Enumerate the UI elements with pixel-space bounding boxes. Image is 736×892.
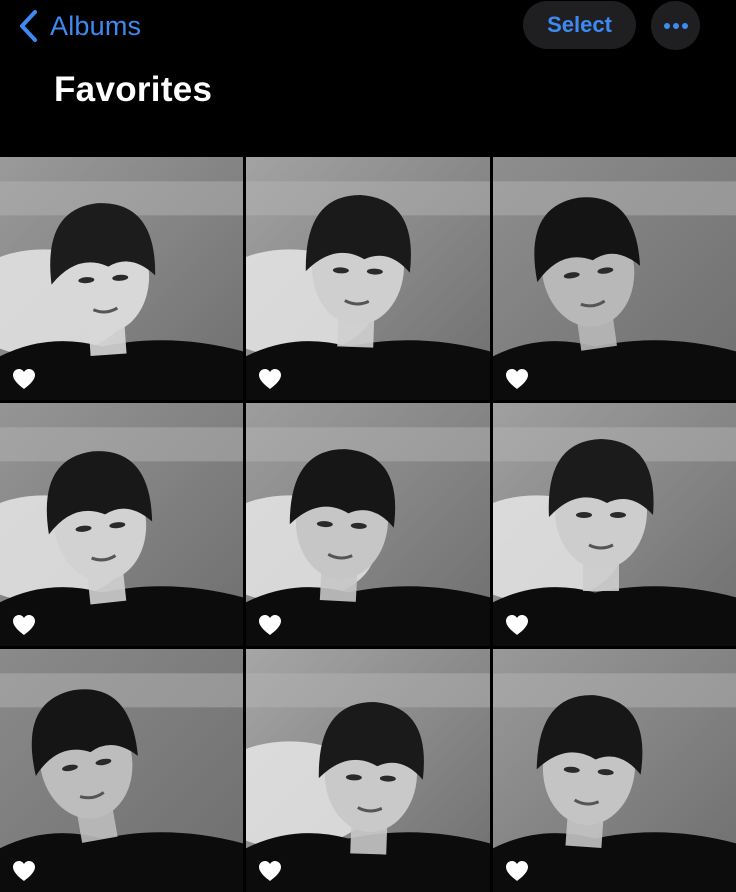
heart-icon xyxy=(12,368,36,390)
photo-thumbnail[interactable] xyxy=(0,157,243,400)
select-button[interactable]: Select xyxy=(523,1,636,49)
back-button[interactable]: Albums xyxy=(18,6,141,46)
photo-image xyxy=(493,157,736,400)
photo-image xyxy=(0,157,243,400)
heart-icon xyxy=(258,614,282,636)
back-label: Albums xyxy=(50,10,142,41)
photo-thumbnail[interactable] xyxy=(493,403,736,646)
photo-image xyxy=(246,649,490,892)
page-title: Favorites xyxy=(54,70,213,109)
more-options-button[interactable] xyxy=(651,1,700,50)
photo-image xyxy=(246,157,490,400)
photo-thumbnail[interactable] xyxy=(0,403,243,646)
photo-thumbnail[interactable] xyxy=(246,649,490,892)
photo-image xyxy=(246,403,490,646)
photo-thumbnail[interactable] xyxy=(246,157,490,400)
photo-thumbnail[interactable] xyxy=(246,403,490,646)
heart-icon xyxy=(12,614,36,636)
heart-icon xyxy=(505,614,529,636)
photo-image xyxy=(0,649,243,892)
heart-icon xyxy=(258,860,282,882)
ellipsis-icon xyxy=(663,17,689,35)
photo-image xyxy=(493,403,736,646)
heart-icon xyxy=(505,368,529,390)
heart-icon xyxy=(258,368,282,390)
navigation-bar: Albums Select xyxy=(0,0,736,60)
chevron-left-icon xyxy=(18,9,38,43)
photo-thumbnail[interactable] xyxy=(0,649,243,892)
photo-thumbnail[interactable] xyxy=(493,649,736,892)
heart-icon xyxy=(12,860,36,882)
photo-thumbnail[interactable] xyxy=(493,157,736,400)
heart-icon xyxy=(505,860,529,882)
photo-image xyxy=(493,649,736,892)
photo-image xyxy=(0,403,243,646)
photo-grid xyxy=(0,157,736,892)
